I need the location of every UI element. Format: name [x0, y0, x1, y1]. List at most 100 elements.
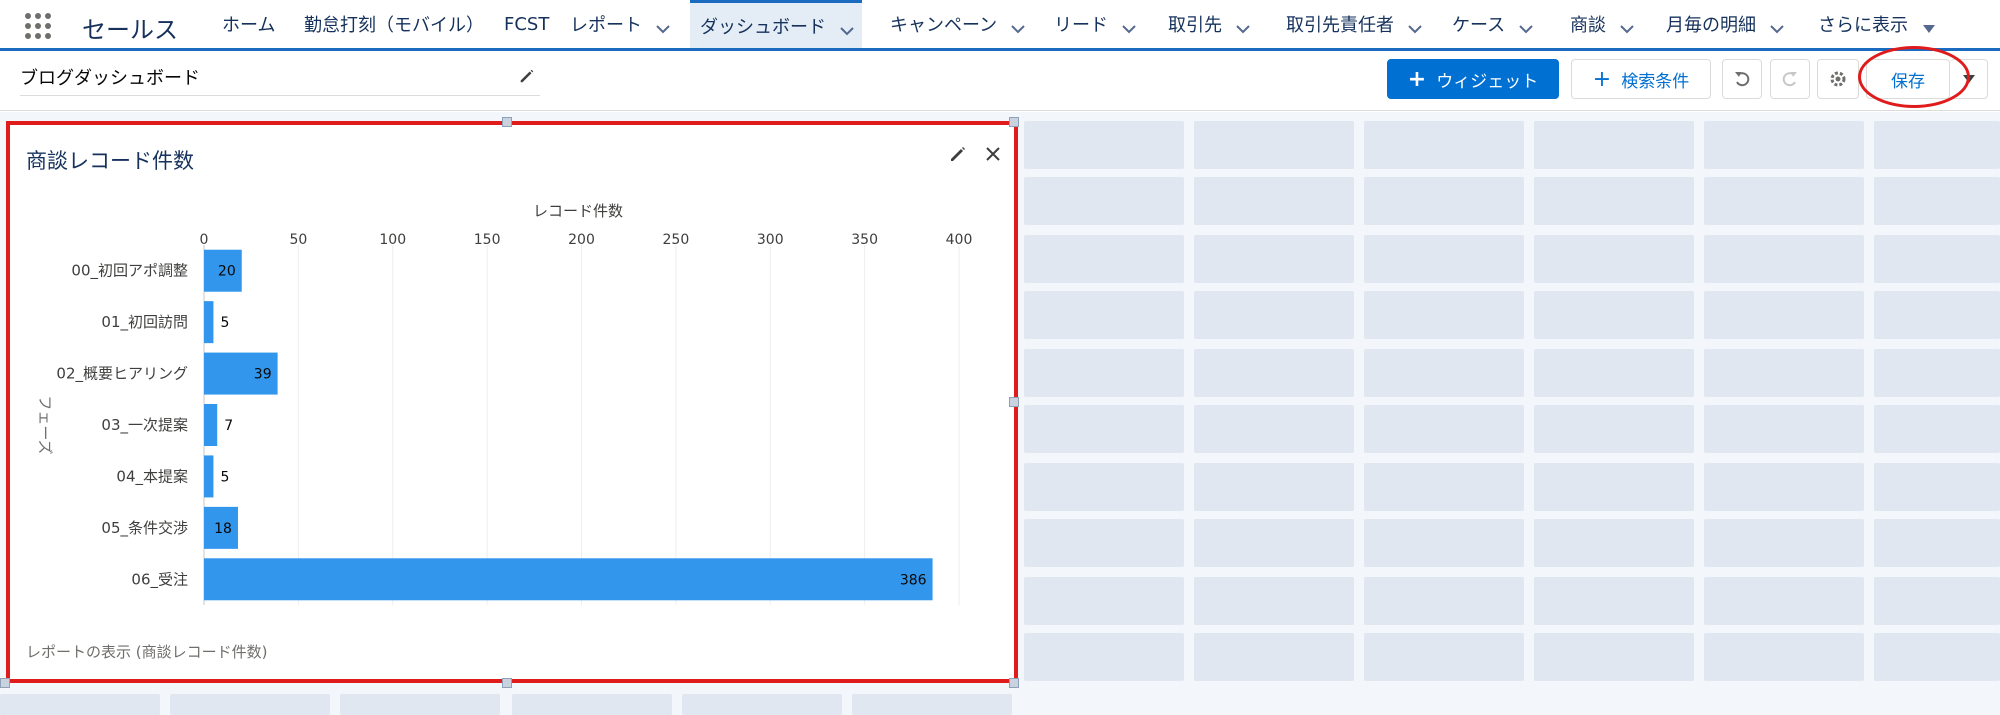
grid-cell [1364, 405, 1524, 453]
grid-cell [1194, 577, 1354, 625]
grid-cell [1364, 349, 1524, 397]
grid-cell [1874, 235, 2000, 283]
nav-tab[interactable]: レポート [560, 0, 678, 48]
data-label: 20 [218, 264, 236, 280]
x-tick-label: 50 [289, 232, 307, 248]
nav-tab-label: 商談 [1570, 15, 1606, 36]
grid-cell [1704, 577, 1864, 625]
grid-cell [1704, 291, 1864, 339]
pencil-icon[interactable] [518, 67, 536, 85]
nav-tab-label: ダッシュボード [700, 16, 826, 38]
caret-down-icon[interactable] [1922, 18, 1935, 33]
add-widget-label: ウィジェット [1436, 71, 1539, 92]
chevron-down-icon[interactable] [1122, 18, 1136, 34]
bar [204, 404, 218, 446]
data-label: 7 [224, 418, 233, 434]
save-options-dropdown[interactable] [1950, 59, 1988, 99]
grid-cell [1874, 405, 2000, 453]
nav-tab-label: 取引先 [1168, 15, 1222, 36]
grid-cell [1534, 177, 1694, 225]
caret-down-icon [1962, 75, 1975, 83]
y-tick-label: 01_初回訪問 [101, 313, 188, 332]
nav-tab[interactable]: ダッシュボード [690, 0, 862, 48]
grid-cell [1874, 519, 2000, 567]
add-filter-button[interactable]: + 検索条件 [1571, 59, 1711, 99]
grid-cell [1194, 405, 1354, 453]
grid-cell [1024, 519, 1184, 567]
data-label: 5 [220, 315, 229, 331]
view-report-link[interactable]: レポートの表示 (商談レコード件数) [26, 641, 267, 662]
data-label: 39 [254, 367, 272, 383]
chevron-down-icon[interactable] [1236, 18, 1250, 34]
grid-cell [1874, 177, 2000, 225]
x-tick-label: 200 [568, 232, 595, 248]
x-tick-label: 300 [757, 232, 784, 248]
resize-handle[interactable] [0, 678, 10, 688]
bar [204, 455, 214, 498]
close-icon[interactable] [984, 145, 1002, 163]
x-tick-label: 150 [474, 232, 501, 248]
nav-tab[interactable]: さらに表示 [1808, 0, 1944, 48]
resize-handle[interactable] [502, 678, 512, 688]
chevron-down-icon[interactable] [1519, 18, 1533, 34]
resize-handle[interactable] [1009, 678, 1019, 688]
chevron-down-icon[interactable] [1620, 18, 1634, 34]
nav-tab[interactable]: 取引先責任者 [1276, 0, 1430, 48]
nav-tab[interactable]: 月毎の明細 [1656, 0, 1792, 48]
resize-handle[interactable] [1009, 397, 1019, 407]
grid-cell [1364, 519, 1524, 567]
add-widget-button[interactable]: + ウィジェット [1387, 59, 1559, 99]
chevron-down-icon[interactable] [1408, 18, 1422, 34]
grid-cell [852, 694, 1012, 715]
chevron-down-icon[interactable] [840, 20, 854, 35]
data-label: 18 [214, 521, 232, 537]
grid-cell [1024, 633, 1184, 681]
y-tick-label: 05_条件交渉 [101, 519, 188, 538]
resize-handle[interactable] [1009, 117, 1019, 127]
grid-cell [1874, 291, 2000, 339]
chevron-down-icon[interactable] [1770, 18, 1784, 34]
grid-cell [1364, 633, 1524, 681]
y-tick-label: 06_受注 [131, 570, 188, 589]
nav-tab[interactable]: ケース [1442, 0, 1541, 48]
nav-tab[interactable]: ホーム [212, 0, 285, 48]
nav-tab[interactable]: 商談 [1560, 0, 1642, 48]
grid-cell [1534, 577, 1694, 625]
nav-tab[interactable]: 取引先 [1158, 0, 1258, 48]
grid-cell [1874, 121, 2000, 169]
chevron-down-icon[interactable] [656, 18, 670, 34]
nav-tab-label: ホーム [222, 15, 276, 36]
nav-tab[interactable]: リード [1044, 0, 1144, 48]
save-button[interactable]: 保存 [1866, 59, 1950, 99]
chart-widget[interactable]: 商談レコード件数 レコード件数 フェーズ 0 50 100 150 200 250 300 350… [6, 121, 1018, 683]
dashboard-title-field[interactable]: ブログダッシュボード [20, 64, 540, 96]
chevron-down-icon[interactable] [1011, 18, 1025, 34]
grid-cell [1194, 235, 1354, 283]
y-tick-label: 04_本提案 [116, 467, 188, 486]
nav-tab[interactable]: FCST [494, 0, 559, 48]
grid-cell [1194, 177, 1354, 225]
x-tick-label: 350 [851, 232, 878, 248]
y-axis-label: フェーズ [36, 395, 54, 454]
app-launcher-icon[interactable] [24, 12, 52, 40]
undo-button[interactable] [1722, 59, 1762, 99]
grid-cell [1534, 121, 1694, 169]
gear-icon [1830, 71, 1846, 87]
grid-cell [1364, 121, 1524, 169]
nav-tab[interactable]: 勤怠打刻（モバイル） [294, 0, 494, 48]
x-tick-label: 100 [379, 232, 406, 248]
grid-cell [1194, 349, 1354, 397]
grid-cell [1534, 235, 1694, 283]
nav-tab-label: レポート [570, 15, 642, 36]
nav-tab-label: ケース [1452, 15, 1506, 36]
pencil-icon[interactable] [948, 144, 968, 164]
redo-button[interactable] [1770, 59, 1810, 99]
grid-cell [1194, 463, 1354, 511]
grid-cell [1024, 235, 1184, 283]
grid-cell [170, 694, 330, 715]
settings-button[interactable] [1817, 59, 1859, 99]
grid-cell [1534, 463, 1694, 511]
save-label: 保存 [1891, 71, 1925, 92]
nav-tab[interactable]: キャンペーン [880, 0, 1033, 48]
resize-handle[interactable] [502, 117, 512, 127]
